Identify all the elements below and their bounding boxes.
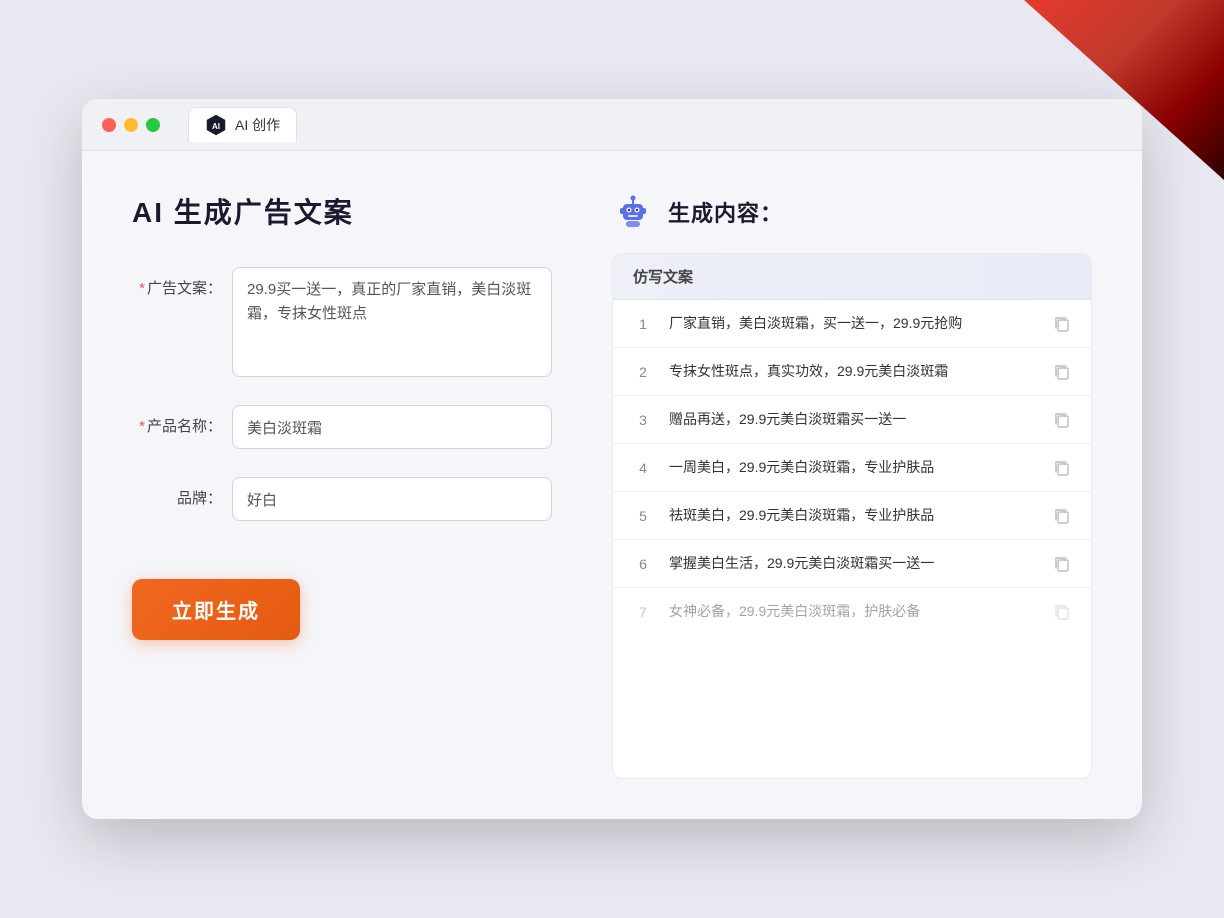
- result-title: 生成内容：: [668, 196, 783, 228]
- row-number: 2: [633, 364, 653, 380]
- product-name-label: *产品名称：: [132, 405, 222, 436]
- row-text: 掌握美白生活，29.9元美白淡斑霜买一送一: [669, 553, 1037, 574]
- right-panel: 生成内容： 仿写文案 1 厂家直销，美白淡斑霜，买一送一，29.9元抢购 2 专…: [612, 191, 1092, 779]
- required-star-product: *: [139, 418, 145, 435]
- ad-copy-input[interactable]: 29.9买一送一，真正的厂家直销，美白淡斑霜，专抹女性斑点: [232, 267, 552, 377]
- row-number: 1: [633, 316, 653, 332]
- robot-icon: [612, 191, 654, 233]
- table-row[interactable]: 1 厂家直销，美白淡斑霜，买一送一，29.9元抢购: [613, 300, 1091, 348]
- generate-button[interactable]: 立即生成: [132, 579, 300, 640]
- browser-window: AI AI 创作 AI 生成广告文案 *广告文案： 29.9买一送一，真正的厂家…: [82, 99, 1142, 819]
- row-number: 6: [633, 556, 653, 572]
- maximize-button[interactable]: [146, 118, 160, 132]
- row-text: 专抹女性斑点，真实功效，29.9元美白淡斑霜: [669, 361, 1037, 382]
- product-name-group: *产品名称： 美白淡斑霜: [132, 405, 552, 449]
- window-controls: [102, 118, 160, 132]
- product-name-input[interactable]: 美白淡斑霜: [232, 405, 552, 449]
- copy-icon[interactable]: [1053, 555, 1071, 573]
- ai-hexagon-icon: AI: [205, 114, 227, 136]
- row-number: 5: [633, 508, 653, 524]
- result-rows-container: 1 厂家直销，美白淡斑霜，买一送一，29.9元抢购 2 专抹女性斑点，真实功效，…: [613, 300, 1091, 635]
- row-number: 3: [633, 412, 653, 428]
- copy-icon[interactable]: [1053, 459, 1071, 477]
- copy-icon[interactable]: [1053, 363, 1071, 381]
- table-row[interactable]: 4 一周美白，29.9元美白淡斑霜，专业护肤品: [613, 444, 1091, 492]
- row-text: 一周美白，29.9元美白淡斑霜，专业护肤品: [669, 457, 1037, 478]
- close-button[interactable]: [102, 118, 116, 132]
- minimize-button[interactable]: [124, 118, 138, 132]
- ai-tab[interactable]: AI AI 创作: [188, 107, 297, 142]
- row-text: 祛斑美白，29.9元美白淡斑霜，专业护肤品: [669, 505, 1037, 526]
- ad-copy-group: *广告文案： 29.9买一送一，真正的厂家直销，美白淡斑霜，专抹女性斑点: [132, 267, 552, 377]
- copy-icon[interactable]: [1053, 315, 1071, 333]
- title-bar: AI AI 创作: [82, 99, 1142, 151]
- table-row[interactable]: 6 掌握美白生活，29.9元美白淡斑霜买一送一: [613, 540, 1091, 588]
- table-header: 仿写文案: [613, 254, 1091, 300]
- result-table: 仿写文案 1 厂家直销，美白淡斑霜，买一送一，29.9元抢购 2 专抹女性斑点，…: [612, 253, 1092, 779]
- page-title: AI 生成广告文案: [132, 191, 552, 231]
- row-text: 赠品再送，29.9元美白淡斑霜买一送一: [669, 409, 1037, 430]
- svg-text:AI: AI: [212, 122, 220, 131]
- tab-label: AI 创作: [235, 115, 280, 135]
- ad-copy-label: *广告文案：: [132, 267, 222, 298]
- row-text: 女神必备，29.9元美白淡斑霜，护肤必备: [669, 601, 1037, 622]
- row-number: 4: [633, 460, 653, 476]
- brand-label: 品牌：: [132, 477, 222, 508]
- required-star-ad: *: [139, 280, 145, 297]
- row-number: 7: [633, 604, 653, 620]
- brand-group: 品牌： 好白: [132, 477, 552, 521]
- table-row[interactable]: 5 祛斑美白，29.9元美白淡斑霜，专业护肤品: [613, 492, 1091, 540]
- result-header: 生成内容：: [612, 191, 1092, 233]
- main-content: AI 生成广告文案 *广告文案： 29.9买一送一，真正的厂家直销，美白淡斑霜，…: [82, 151, 1142, 819]
- row-text: 厂家直销，美白淡斑霜，买一送一，29.9元抢购: [669, 313, 1037, 334]
- copy-icon[interactable]: [1053, 603, 1071, 621]
- table-row[interactable]: 2 专抹女性斑点，真实功效，29.9元美白淡斑霜: [613, 348, 1091, 396]
- left-panel: AI 生成广告文案 *广告文案： 29.9买一送一，真正的厂家直销，美白淡斑霜，…: [132, 191, 552, 779]
- copy-icon[interactable]: [1053, 411, 1071, 429]
- table-row[interactable]: 3 赠品再送，29.9元美白淡斑霜买一送一: [613, 396, 1091, 444]
- copy-icon[interactable]: [1053, 507, 1071, 525]
- table-row[interactable]: 7 女神必备，29.9元美白淡斑霜，护肤必备: [613, 588, 1091, 635]
- brand-input[interactable]: 好白: [232, 477, 552, 521]
